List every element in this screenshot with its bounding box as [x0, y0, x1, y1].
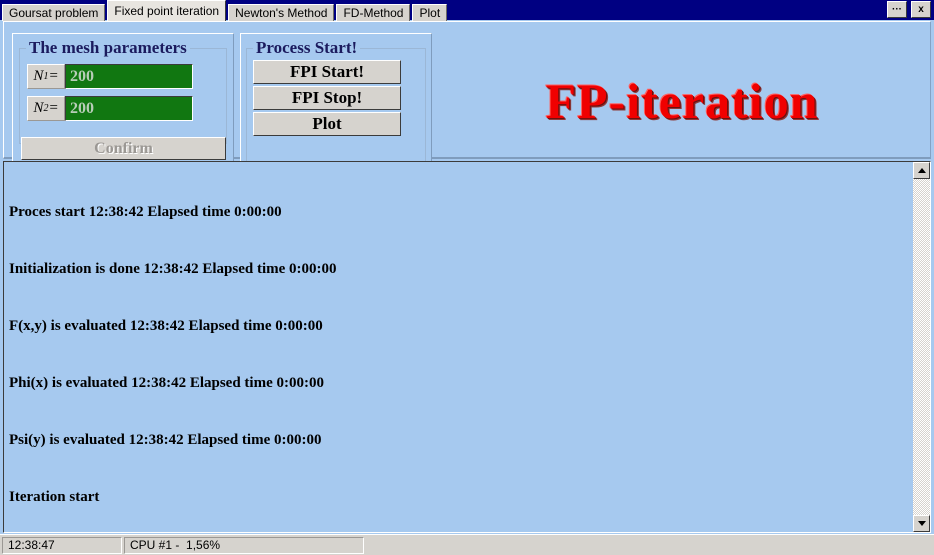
log-line: Phi(x) is evaluated 12:38:42 Elapsed tim…	[9, 375, 324, 391]
tab-strip: Goursat problem Fixed point iteration Ne…	[2, 0, 449, 21]
log-scrollbar[interactable]	[913, 162, 930, 532]
n1-label-base: N	[33, 68, 44, 84]
process-start-panel: Process Start! FPI Start! FPI Stop! Plot	[240, 33, 432, 170]
n2-label-base: N	[33, 100, 44, 116]
close-button[interactable]: x	[911, 1, 931, 18]
fpi-start-button[interactable]: FPI Start!	[253, 60, 401, 84]
n1-input[interactable]: 200	[65, 64, 193, 89]
log-lines: Proces start 12:38:42 Elapsed time 0:00:…	[9, 165, 908, 532]
n2-row: N2 = 200	[27, 96, 193, 121]
chevron-down-icon	[917, 521, 926, 526]
window-controls: ··· x	[887, 1, 931, 18]
log-memo[interactable]: Proces start 12:38:42 Elapsed time 0:00:…	[3, 161, 931, 533]
top-panel: The mesh parameters N1 = 200 N2 = 200 Co…	[3, 21, 931, 170]
n2-input[interactable]: 200	[65, 96, 193, 121]
scroll-down-button[interactable]	[913, 515, 930, 532]
n2-label-eq: =	[48, 100, 59, 116]
n2-label: N2 =	[27, 96, 65, 121]
fp-iteration-logo: FP-iteration	[545, 73, 819, 129]
fpi-stop-button[interactable]: FPI Stop!	[253, 86, 401, 110]
log-line: Initialization is done 12:38:42 Elapsed …	[9, 261, 337, 277]
tab-goursat-problem[interactable]: Goursat problem	[2, 4, 106, 21]
plot-button[interactable]: Plot	[253, 112, 401, 136]
n1-label-eq: =	[48, 68, 59, 84]
log-line: Proces start 12:38:42 Elapsed time 0:00:…	[9, 204, 282, 220]
tab-fixed-point-iteration[interactable]: Fixed point iteration	[107, 0, 227, 21]
tab-plot[interactable]: Plot	[412, 4, 448, 21]
log-line: Psi(y) is evaluated 12:38:42 Elapsed tim…	[9, 432, 322, 448]
scroll-up-button[interactable]	[913, 162, 930, 179]
tab-fd-method[interactable]: FD-Method	[336, 4, 411, 21]
log-line: F(x,y) is evaluated 12:38:42 Elapsed tim…	[9, 318, 323, 334]
log-line: Iteration start	[9, 489, 100, 505]
cpu-panel: CPU #1 - 1,56%	[124, 537, 364, 554]
confirm-button[interactable]: Confirm	[21, 137, 226, 160]
clock-panel: 12:38:47	[2, 537, 122, 554]
status-bar: 12:38:47 CPU #1 - 1,56%	[0, 534, 934, 555]
mesh-parameters-panel: The mesh parameters N1 = 200 N2 = 200 Co…	[12, 33, 234, 170]
n1-row: N1 = 200	[27, 64, 193, 89]
process-start-title: Process Start!	[253, 38, 361, 58]
minimize-button[interactable]: ···	[887, 1, 907, 18]
chevron-up-icon	[917, 168, 926, 173]
n1-label: N1 =	[27, 64, 65, 89]
tab-newtons-method[interactable]: Newton's Method	[228, 4, 335, 21]
application-window: ··· x Goursat problem Fixed point iterat…	[0, 0, 934, 555]
mesh-parameters-title: The mesh parameters	[26, 38, 190, 58]
